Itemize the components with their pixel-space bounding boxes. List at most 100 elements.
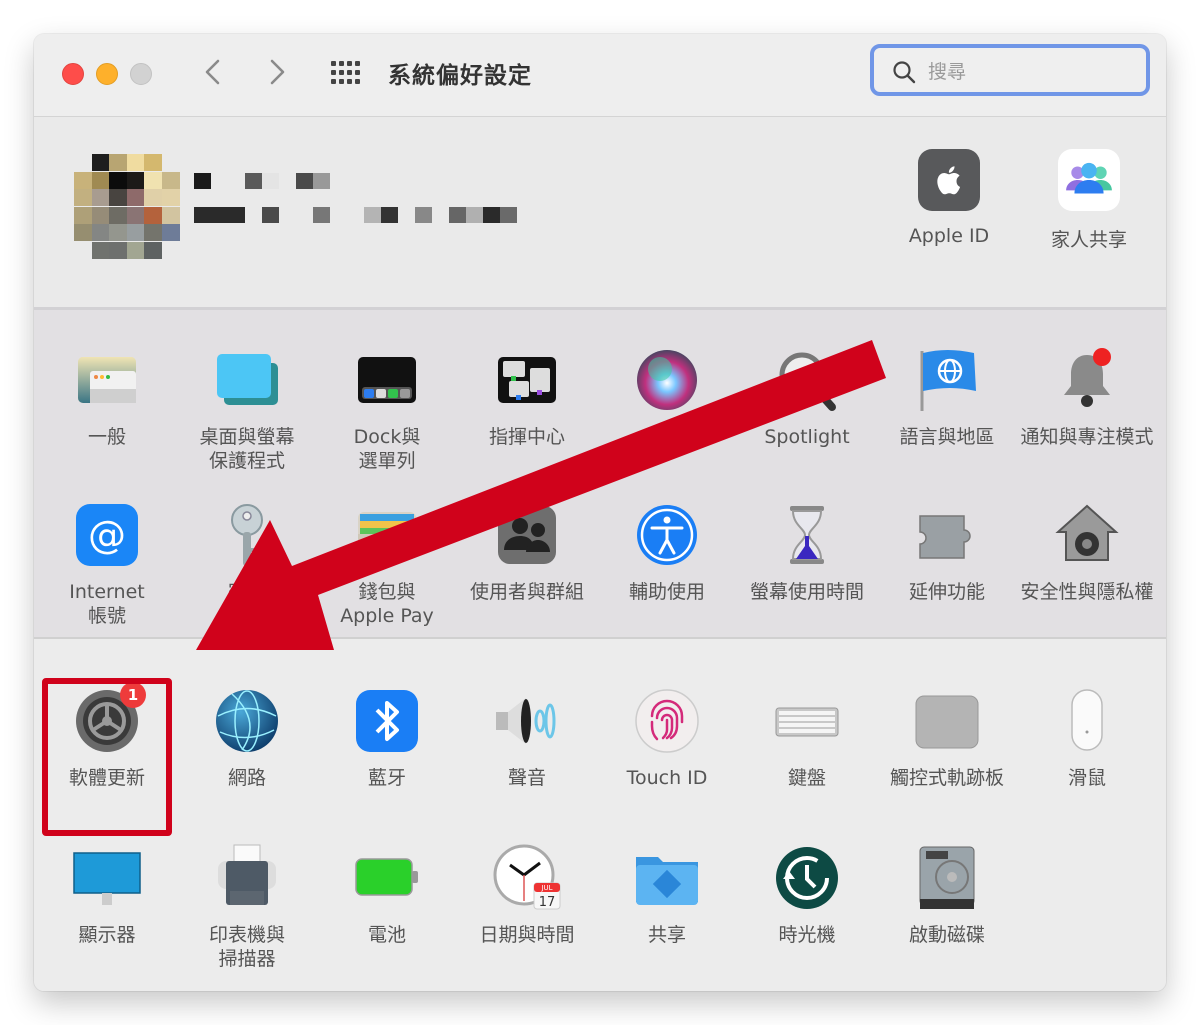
hw-item-9[interactable]: 印表機與 掃描器 bbox=[177, 843, 317, 971]
preferences-section-personal: 一般 桌面與螢幕 保護程式 Dock與 選單列 指揮中心 Siri Spotlight 語言… bbox=[34, 310, 1166, 639]
pref-label: 鍵盤 bbox=[787, 767, 826, 789]
pref-item-6[interactable]: 語言與地區 bbox=[877, 345, 1017, 449]
pref-label: Spotlight bbox=[764, 426, 850, 448]
redaction-block bbox=[466, 207, 483, 223]
pref-label: 安全性與隱私權 bbox=[1020, 581, 1154, 603]
pref-label: 電池 bbox=[367, 924, 406, 946]
pref-label: 啟動磁碟 bbox=[908, 924, 985, 946]
passwords-icon bbox=[212, 500, 282, 570]
avatar-pixel bbox=[91, 171, 110, 189]
redaction-block bbox=[415, 207, 432, 223]
redaction-block bbox=[194, 207, 245, 223]
notifications-icon bbox=[1052, 345, 1122, 415]
title-bar: 系統偏好設定 bbox=[34, 34, 1166, 117]
redaction-block bbox=[500, 207, 517, 223]
apple-id-item[interactable]: Apple ID bbox=[884, 149, 1014, 247]
redaction-block bbox=[262, 173, 279, 189]
update-count-badge: 1 bbox=[120, 682, 146, 708]
hw-item-8[interactable]: 顯示器 bbox=[37, 843, 177, 947]
redaction-block bbox=[449, 207, 466, 223]
pref-label: 一般 bbox=[87, 426, 126, 448]
pref-item-12[interactable]: 輔助使用 bbox=[597, 500, 737, 604]
pref-item-11[interactable]: 使用者與群組 bbox=[457, 500, 597, 604]
zoom-button[interactable] bbox=[130, 63, 152, 85]
pref-label: 觸控式軌跡板 bbox=[889, 767, 1004, 789]
hw-item-12[interactable]: 共享 bbox=[597, 843, 737, 947]
pref-item-8[interactable]: @ Internet 帳號 bbox=[37, 500, 177, 628]
redaction-block bbox=[296, 173, 313, 189]
avatar-pixel bbox=[161, 189, 180, 206]
redaction-block bbox=[194, 173, 211, 189]
extensions-icon bbox=[912, 500, 982, 570]
avatar-pixel bbox=[126, 241, 145, 259]
spotlight-icon bbox=[772, 345, 842, 415]
time-machine-icon bbox=[772, 843, 842, 913]
wallet-icon bbox=[352, 500, 422, 570]
language-region-icon bbox=[912, 345, 982, 415]
pref-item-5[interactable]: Spotlight bbox=[737, 345, 877, 449]
pref-item-4[interactable]: Siri bbox=[597, 345, 737, 449]
hw-item-3[interactable]: 聲音 bbox=[457, 686, 597, 790]
pref-item-2[interactable]: Dock與 選單列 bbox=[317, 345, 457, 473]
pref-label: 桌面與螢幕 保護程式 bbox=[199, 426, 295, 472]
pref-item-13[interactable]: 螢幕使用時間 bbox=[737, 500, 877, 604]
pref-label: Siri bbox=[651, 426, 683, 448]
pref-label: 錢包與 Apple Pay bbox=[340, 581, 434, 627]
touch-id-icon bbox=[632, 686, 702, 756]
hw-item-10[interactable]: 電池 bbox=[317, 843, 457, 947]
mouse-icon bbox=[1052, 686, 1122, 756]
forward-button[interactable] bbox=[262, 56, 292, 88]
avatar-pixel bbox=[144, 171, 162, 189]
minimize-button[interactable] bbox=[96, 63, 118, 85]
redaction-block bbox=[483, 207, 500, 223]
pref-label: 使用者與群組 bbox=[469, 581, 584, 603]
pref-item-3[interactable]: 指揮中心 bbox=[457, 345, 597, 449]
pref-item-10[interactable]: 錢包與 Apple Pay bbox=[317, 500, 457, 628]
pref-label: 藍牙 bbox=[367, 767, 406, 789]
pref-label: 指揮中心 bbox=[488, 426, 565, 448]
bluetooth-icon bbox=[352, 686, 422, 756]
redaction-block bbox=[364, 207, 381, 223]
pref-item-7[interactable]: 通知與專注模式 bbox=[1017, 345, 1157, 449]
pref-label: 滑鼠 bbox=[1067, 767, 1106, 789]
close-button[interactable] bbox=[62, 63, 84, 85]
accessibility-icon bbox=[632, 500, 702, 570]
pref-item-0[interactable]: 一般 bbox=[37, 345, 177, 449]
chevron-left-icon bbox=[205, 59, 220, 85]
hw-item-4[interactable]: Touch ID bbox=[597, 686, 737, 790]
hw-item-11[interactable]: JUL 17 日期與時間 bbox=[457, 843, 597, 947]
back-button[interactable] bbox=[198, 56, 228, 88]
search-field[interactable] bbox=[870, 44, 1150, 96]
hw-item-7[interactable]: 滑鼠 bbox=[1017, 686, 1157, 790]
avatar-pixel bbox=[126, 154, 145, 171]
pref-item-9[interactable]: 密碼 bbox=[177, 500, 317, 604]
hw-item-13[interactable]: 時光機 bbox=[737, 843, 877, 947]
pref-label: Touch ID bbox=[626, 767, 708, 789]
family-sharing-label: 家人共享 bbox=[1050, 229, 1127, 251]
startup-disk-icon bbox=[912, 843, 982, 913]
search-input[interactable] bbox=[926, 56, 1130, 88]
pref-item-15[interactable]: 安全性與隱私權 bbox=[1017, 500, 1157, 604]
hw-item-0[interactable]: 1 軟體更新 bbox=[37, 678, 177, 836]
hw-item-6[interactable]: 觸控式軌跡板 bbox=[877, 686, 1017, 790]
chevron-right-icon bbox=[270, 59, 285, 85]
avatar-pixel bbox=[126, 171, 145, 189]
pref-label: 印表機與 掃描器 bbox=[208, 924, 285, 970]
sharing-icon bbox=[632, 843, 702, 913]
security-privacy-icon bbox=[1052, 500, 1122, 570]
siri-icon bbox=[632, 345, 702, 415]
pref-label: 軟體更新 bbox=[68, 767, 145, 789]
family-sharing-item[interactable]: 家人共享 bbox=[1024, 149, 1154, 252]
user-avatar[interactable] bbox=[74, 154, 180, 259]
hw-item-1[interactable]: 網路 bbox=[177, 686, 317, 790]
avatar-pixel bbox=[109, 224, 127, 241]
hw-item-14[interactable]: 啟動磁碟 bbox=[877, 843, 1017, 947]
show-all-button[interactable] bbox=[330, 60, 362, 86]
hw-item-5[interactable]: 鍵盤 bbox=[737, 686, 877, 790]
account-section: Apple ID 家人共享 bbox=[34, 117, 1166, 310]
hw-item-2[interactable]: 藍牙 bbox=[317, 686, 457, 790]
pref-item-1[interactable]: 桌面與螢幕 保護程式 bbox=[177, 345, 317, 473]
pref-item-14[interactable]: 延伸功能 bbox=[877, 500, 1017, 604]
redaction-block bbox=[313, 207, 330, 223]
users-groups-icon bbox=[492, 500, 562, 570]
